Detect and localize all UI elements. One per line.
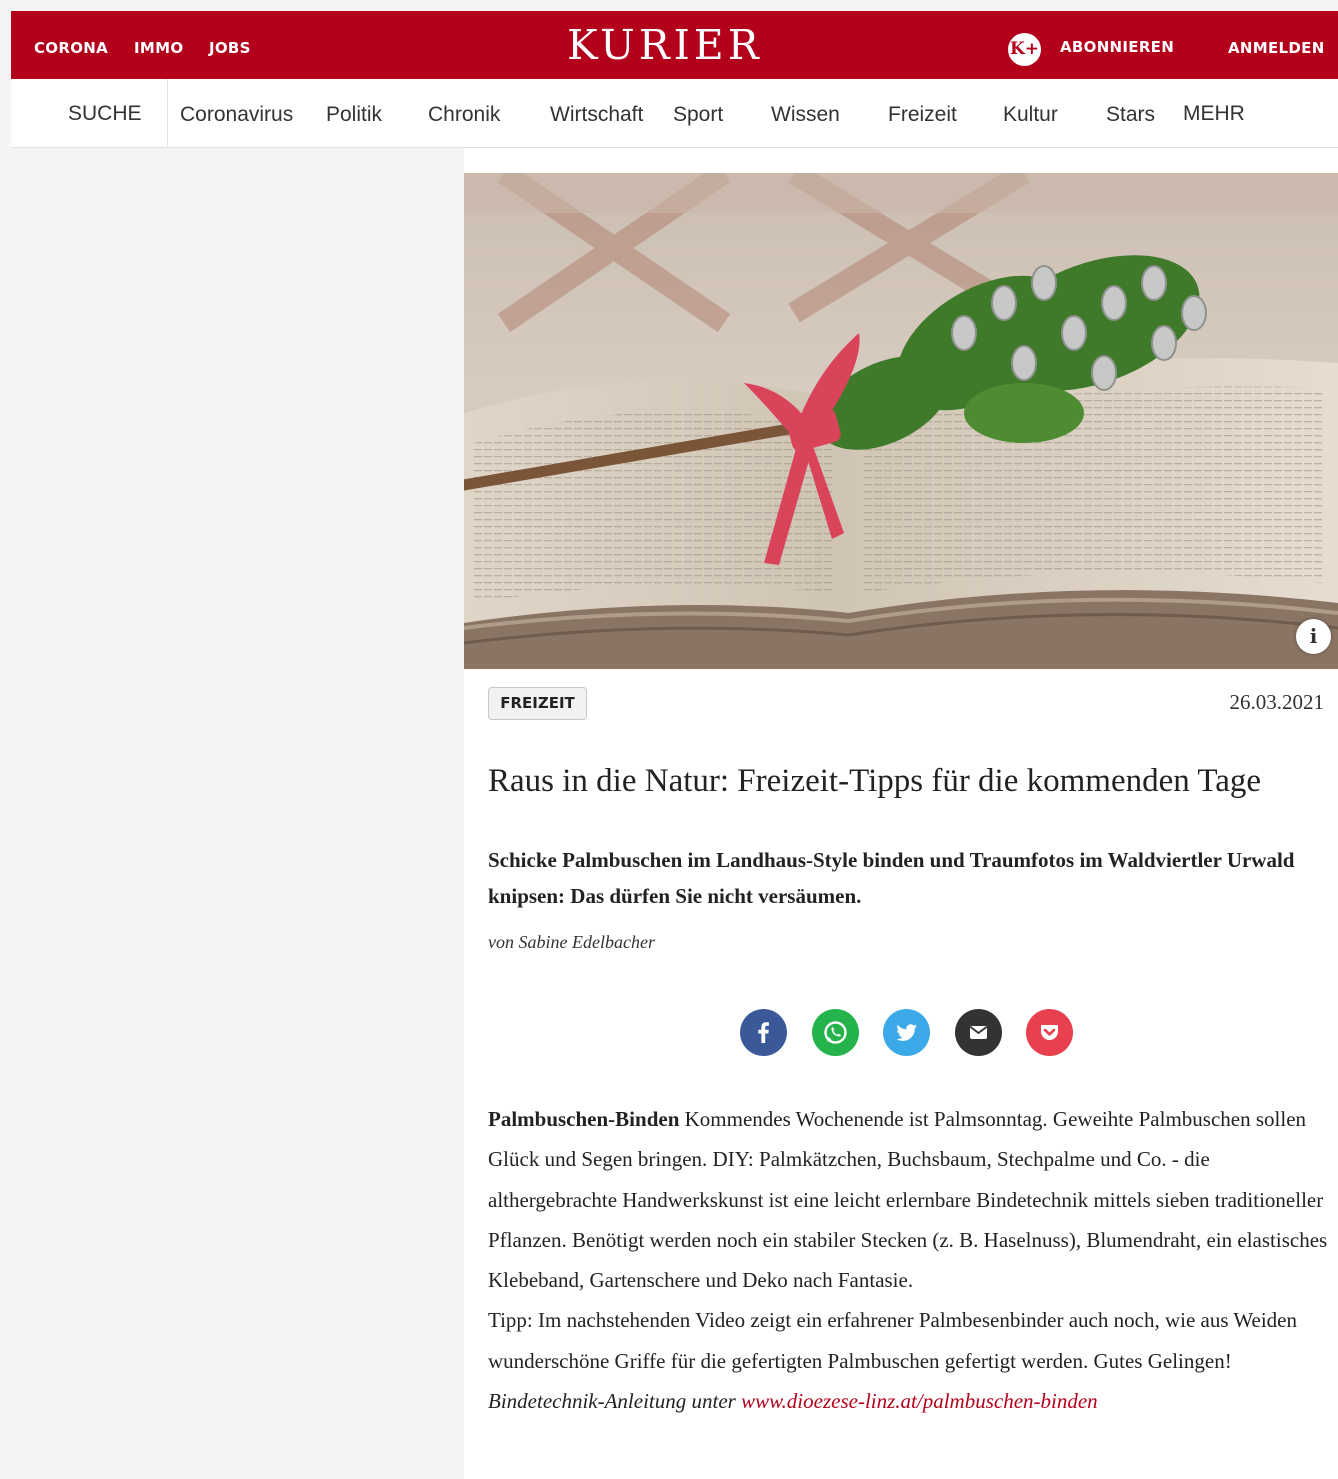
login-link[interactable]: ANMELDEN [1228, 39, 1325, 57]
body-intro-bold: Palmbuschen-Binden [488, 1107, 680, 1131]
body-paragraph-1: Palmbuschen-Binden Kommendes Wochenende … [488, 1099, 1328, 1300]
nav-item-freizeit[interactable]: Freizeit [888, 103, 957, 127]
nav-item-kultur[interactable]: Kultur [1003, 103, 1058, 127]
nav-link-immo[interactable]: IMMO [134, 39, 183, 57]
share-whatsapp-button[interactable] [812, 1009, 859, 1056]
image-info-icon[interactable]: i [1296, 619, 1331, 654]
share-pocket-button[interactable] [1026, 1009, 1073, 1056]
twitter-icon [896, 1024, 917, 1041]
article-headline: Raus in die Natur: Freizeit-Tipps für di… [488, 763, 1262, 799]
search-link[interactable]: SUCHE [68, 102, 142, 126]
kurier-logo[interactable]: KURIER [567, 23, 763, 67]
article-hero-image[interactable] [464, 173, 1338, 669]
nav-link-corona[interactable]: CORONA [34, 39, 108, 57]
article-author: von Sabine Edelbacher [488, 932, 655, 952]
nav-item-wirtschaft[interactable]: Wirtschaft [550, 103, 643, 127]
publish-date: 26.03.2021 [1229, 690, 1325, 714]
section-nav: SUCHE Coronavirus Politik Chronik Wirtsc… [11, 79, 1338, 148]
kplus-icon[interactable]: K+ [1008, 33, 1041, 66]
body-paragraph-2: Tipp: Im nachstehenden Video zeigt ein e… [488, 1308, 1297, 1373]
article-lead: Schicke Palmbuschen im Landhaus-Style bi… [488, 848, 1295, 908]
email-icon [969, 1026, 988, 1039]
nav-more[interactable]: MEHR [1183, 102, 1245, 126]
pocket-icon [1041, 1025, 1058, 1040]
share-twitter-button[interactable] [883, 1009, 930, 1056]
nav-item-sport[interactable]: Sport [673, 103, 723, 127]
body-link-line: Bindetechnik-Anleitung unter www.dioezes… [488, 1381, 1328, 1421]
body-paragraph-1-text: Kommendes Wochenende ist Palmsonntag. Ge… [488, 1107, 1328, 1293]
nav-item-coronavirus[interactable]: Coronavirus [180, 103, 293, 127]
body-link-prefix: Bindetechnik-Anleitung unter [488, 1389, 742, 1414]
nav-item-politik[interactable]: Politik [326, 103, 382, 127]
nav-item-chronik[interactable]: Chronik [428, 103, 500, 127]
nav-item-wissen[interactable]: Wissen [771, 103, 840, 127]
whatsapp-icon [824, 1021, 847, 1044]
share-facebook-button[interactable] [740, 1009, 787, 1056]
top-bar: CORONA IMMO JOBS KURIER K+ ABONNIEREN AN… [11, 11, 1338, 79]
dioezese-link[interactable]: www.dioezese-linz.at/palmbuschen-binden [741, 1389, 1098, 1413]
nav-divider [167, 79, 168, 148]
nav-item-stars[interactable]: Stars [1106, 103, 1155, 127]
article-body: Palmbuschen-Binden Kommendes Wochenende … [488, 1099, 1328, 1421]
nav-link-jobs[interactable]: JOBS [209, 39, 251, 57]
share-email-button[interactable] [955, 1009, 1002, 1056]
category-tag[interactable]: FREIZEIT [488, 687, 587, 720]
facebook-icon [758, 1022, 769, 1043]
subscribe-link[interactable]: ABONNIEREN [1060, 38, 1174, 56]
